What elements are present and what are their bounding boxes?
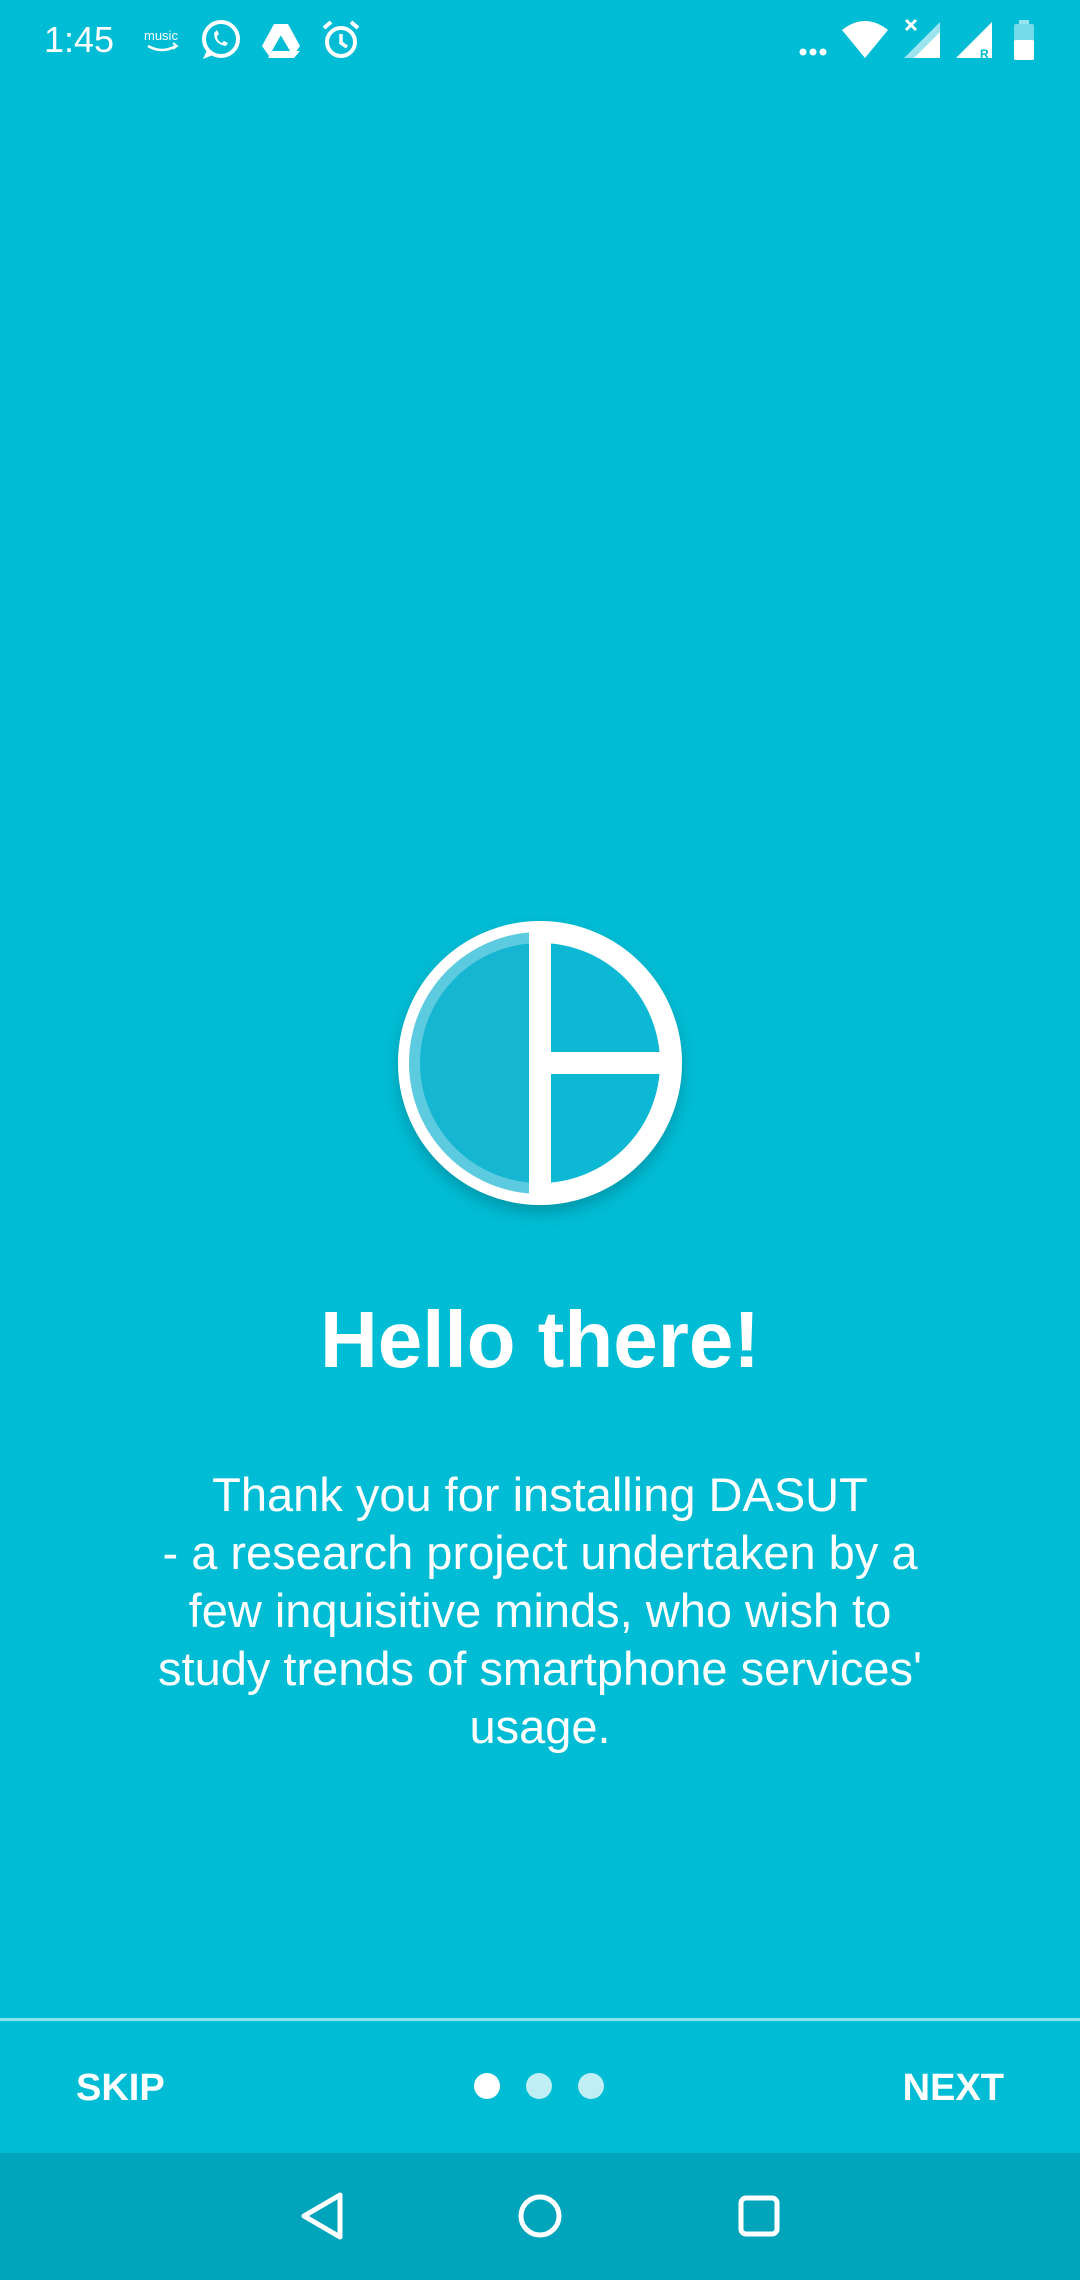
next-button[interactable]: NEXT [887,2053,1020,2123]
battery-icon [1010,18,1040,62]
wifi-icon [840,18,890,62]
music-label: music [144,28,178,43]
page-indicator [460,2073,620,2103]
amazon-music-icon: music [142,18,184,62]
google-drive-icon [260,18,302,62]
home-icon[interactable] [505,2181,575,2251]
system-nav-bar [0,2153,1080,2280]
signal-roaming-icon: R [952,18,996,62]
intro-title: Hello there! [319,1295,761,1384]
dasut-logo-icon [395,918,685,1208]
recents-icon[interactable] [724,2181,794,2251]
intro-description: Thank you for installing DASUT - a resea… [158,1468,922,1753]
signal-no-service-icon [900,18,944,62]
alarm-icon [320,18,362,62]
intro-bottom-bar: SKIP NEXT [0,2021,1080,2153]
status-time: 1:45 [44,19,115,60]
more-notifications-icon [798,18,832,62]
page-indicator-dot-1[interactable] [474,2073,500,2099]
svg-text:R: R [980,47,989,61]
page-indicator-dot-2[interactable] [526,2073,552,2099]
whatsapp-icon [198,18,242,62]
page-indicator-dot-3[interactable] [578,2073,604,2099]
status-bar: 1:45 music R [0,0,1080,80]
skip-button[interactable]: SKIP [60,2053,181,2123]
back-icon[interactable] [288,2181,358,2251]
